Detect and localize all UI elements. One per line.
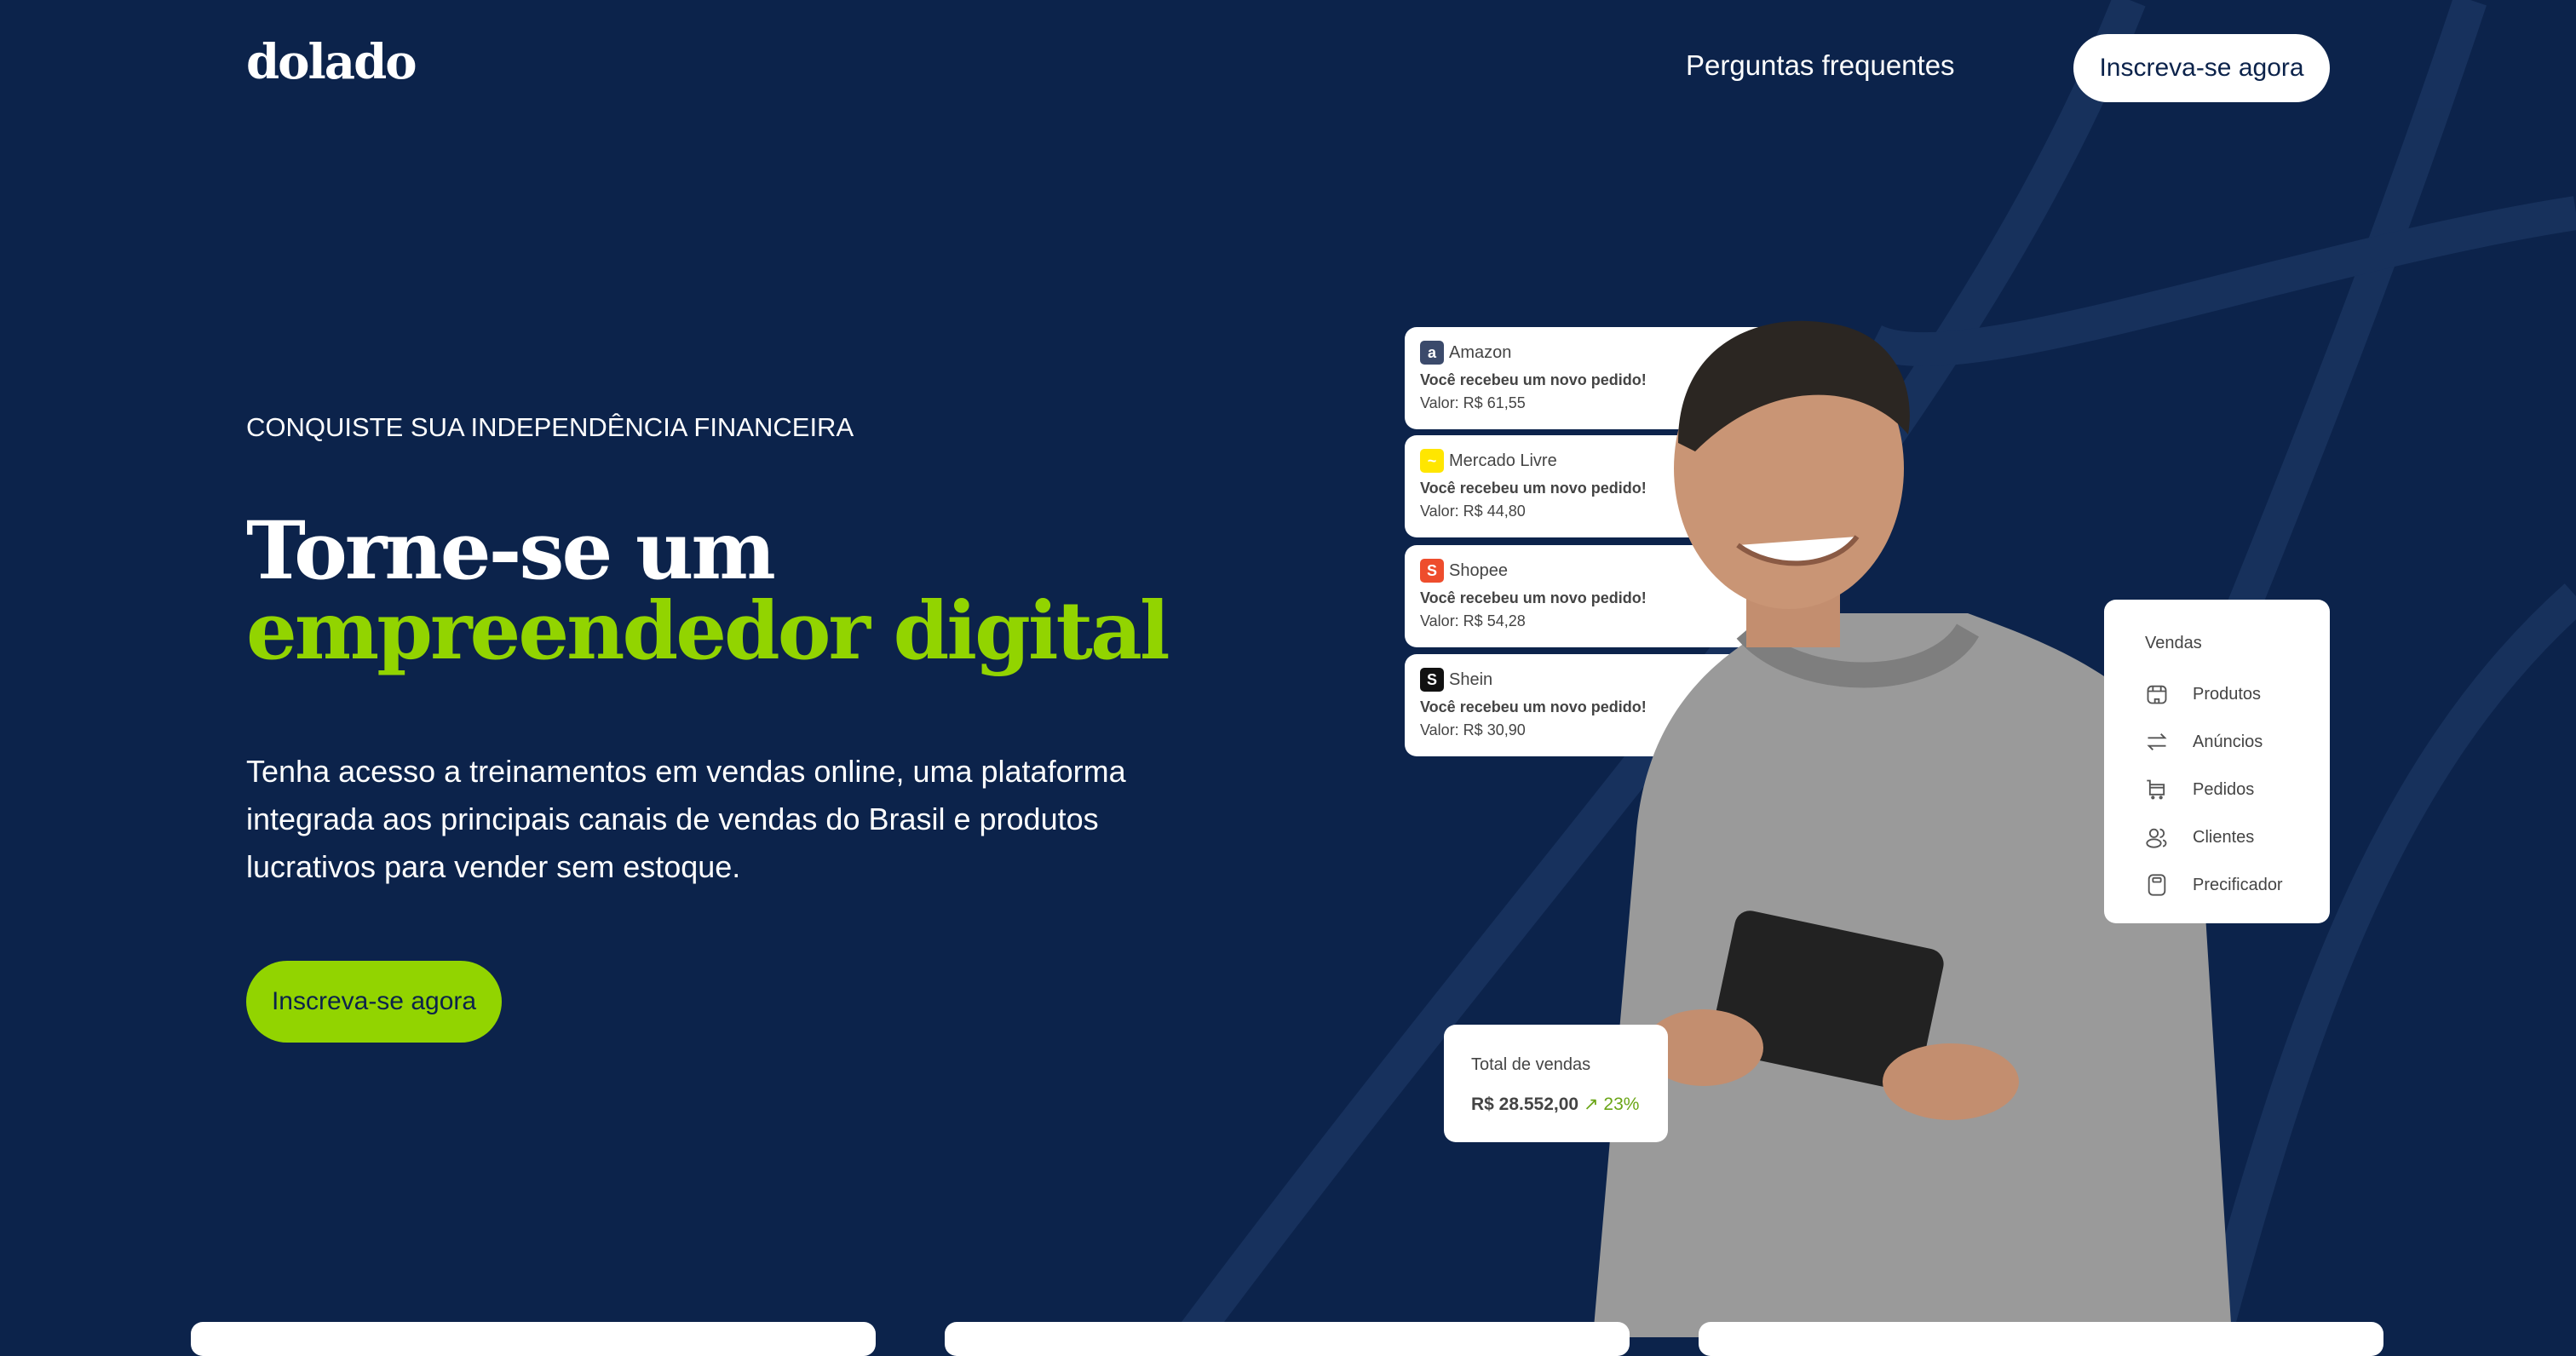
hero-title: Torne-se um empreendedor digital xyxy=(246,511,1170,678)
menu-item-clientes[interactable]: Clientes xyxy=(2145,813,2330,861)
logo[interactable]: dolado xyxy=(246,34,417,90)
sales-menu-card: Vendas Produtos Anúncios Pedidos Cliente… xyxy=(2104,600,2330,923)
hero-signup-button[interactable]: Inscreva-se agora xyxy=(246,961,502,1043)
menu-item-pedidos[interactable]: Pedidos xyxy=(2145,766,2330,813)
store-logo-icon: a xyxy=(1420,341,1444,365)
store-logo-icon: S xyxy=(1420,559,1444,583)
menu-item-label: Anúncios xyxy=(2193,732,2263,751)
total-sales-trend: 23% xyxy=(1603,1095,1640,1114)
store-icon xyxy=(2147,685,2167,704)
total-sales-card: Total de vendas R$ 28.552,00 ↗ 23% xyxy=(1444,1025,1668,1142)
hero-title-line2: empreendedor digital xyxy=(246,584,1170,678)
menu-item-label: Produtos xyxy=(2193,684,2262,704)
menu-item-anuncios[interactable]: Anúncios xyxy=(2145,718,2330,766)
header-signup-button[interactable]: Inscreva-se agora xyxy=(2073,34,2330,102)
trend-up-icon: ↗ xyxy=(1583,1095,1599,1114)
nav-faq-link[interactable]: Perguntas frequentes xyxy=(1686,49,1955,82)
hero-eyebrow: CONQUISTE SUA INDEPENDÊNCIA FINANCEIRA xyxy=(246,412,854,442)
total-sales-label: Total de vendas xyxy=(1471,1055,1591,1074)
store-name: Shein xyxy=(1449,669,1493,689)
menu-item-precificador[interactable]: Precificador xyxy=(2145,861,2330,909)
menu-item-produtos[interactable]: Produtos xyxy=(2145,670,2330,718)
store-logo-icon: S xyxy=(1420,668,1444,692)
arrows-icon xyxy=(2147,733,2167,750)
calculator-icon xyxy=(2148,874,2166,896)
menu-title: Vendas xyxy=(2145,634,2202,652)
feature-card xyxy=(191,1322,876,1356)
menu-item-label: Pedidos xyxy=(2193,779,2255,799)
users-icon xyxy=(2146,828,2167,848)
menu-item-label: Precificador xyxy=(2193,875,2283,894)
total-sales-value: R$ 28.552,00 xyxy=(1471,1095,1579,1114)
feature-card xyxy=(945,1322,1630,1356)
menu-item-label: Clientes xyxy=(2193,827,2255,847)
cart-icon xyxy=(2147,779,2165,800)
feature-card xyxy=(1699,1322,2383,1356)
store-logo-icon: ~ xyxy=(1420,449,1444,473)
hero-lead: Tenha acesso a treinamentos em vendas on… xyxy=(246,754,1126,884)
